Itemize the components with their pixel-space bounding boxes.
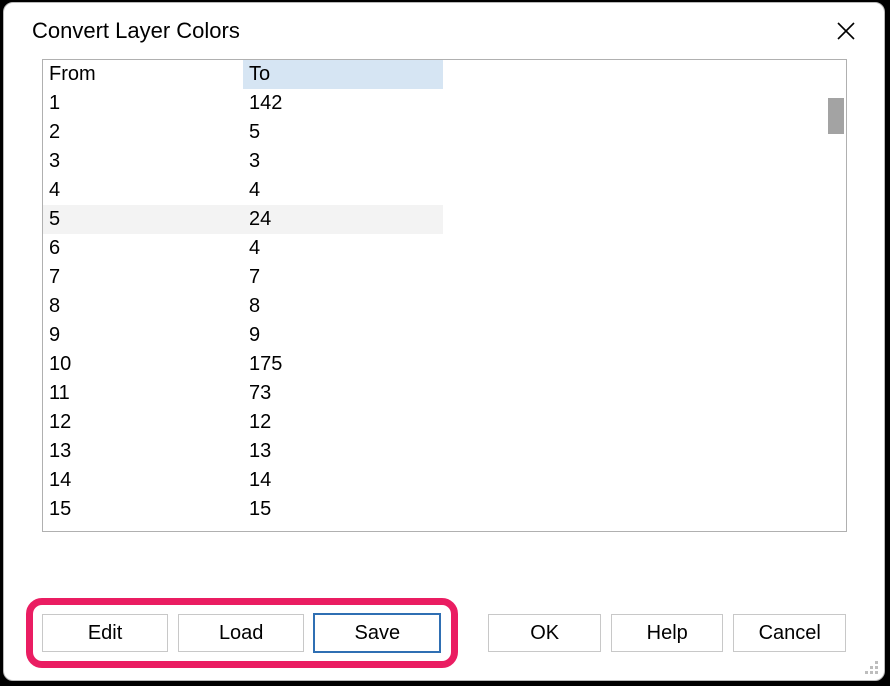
cell-from[interactable]: 6: [43, 234, 243, 263]
edit-button[interactable]: Edit: [42, 614, 168, 652]
cell-to[interactable]: 175: [243, 350, 443, 379]
scrollbar-thumb[interactable]: [828, 98, 844, 134]
cell-to[interactable]: 3: [243, 147, 443, 176]
table-row[interactable]: 64: [43, 234, 443, 263]
table-row[interactable]: 88: [43, 292, 443, 321]
col-header-to[interactable]: To: [243, 60, 443, 89]
table-row[interactable]: 99: [43, 321, 443, 350]
cell-from[interactable]: 13: [43, 437, 243, 466]
cell-to[interactable]: 24: [243, 205, 443, 234]
cell-to[interactable]: 12: [243, 408, 443, 437]
cell-from[interactable]: 5: [43, 205, 243, 234]
load-button[interactable]: Load: [178, 614, 304, 652]
close-icon: [836, 21, 856, 41]
table-row[interactable]: 25: [43, 118, 443, 147]
cell-from[interactable]: 14: [43, 466, 243, 495]
cancel-button[interactable]: Cancel: [733, 614, 846, 652]
table-row[interactable]: 1173: [43, 379, 443, 408]
cell-to[interactable]: 7: [243, 263, 443, 292]
titlebar: Convert Layer Colors: [4, 3, 884, 59]
cell-to[interactable]: 142: [243, 89, 443, 118]
cell-to[interactable]: 4: [243, 176, 443, 205]
table-row[interactable]: 10175: [43, 350, 443, 379]
col-header-from[interactable]: From: [43, 60, 243, 89]
cell-from[interactable]: 15: [43, 495, 243, 524]
table-row[interactable]: 44: [43, 176, 443, 205]
table-row[interactable]: 1313: [43, 437, 443, 466]
cell-to[interactable]: 15: [243, 495, 443, 524]
cell-to[interactable]: 14: [243, 466, 443, 495]
cell-from[interactable]: 11: [43, 379, 243, 408]
cell-to[interactable]: 13: [243, 437, 443, 466]
dialog-title: Convert Layer Colors: [32, 18, 240, 44]
table-row[interactable]: 1515: [43, 495, 443, 524]
cell-to[interactable]: 5: [243, 118, 443, 147]
table-row[interactable]: 1142: [43, 89, 443, 118]
cell-from[interactable]: 7: [43, 263, 243, 292]
cell-from[interactable]: 1: [43, 89, 243, 118]
cell-from[interactable]: 2: [43, 118, 243, 147]
table-row[interactable]: 524: [43, 205, 443, 234]
cell-to[interactable]: 73: [243, 379, 443, 408]
table-row[interactable]: 1212: [43, 408, 443, 437]
cell-to[interactable]: 9: [243, 321, 443, 350]
color-mapping-table[interactable]: FromTo1142253344524647788991017511731212…: [42, 59, 847, 532]
ok-button[interactable]: OK: [488, 614, 601, 652]
table-row[interactable]: 33: [43, 147, 443, 176]
resize-grip[interactable]: [864, 660, 878, 674]
cell-from[interactable]: 8: [43, 292, 243, 321]
button-row: Edit Load Save OK Help Cancel: [4, 594, 884, 680]
cell-from[interactable]: 9: [43, 321, 243, 350]
close-button[interactable]: [832, 17, 860, 45]
cell-to[interactable]: 4: [243, 234, 443, 263]
cell-to[interactable]: 8: [243, 292, 443, 321]
table-row[interactable]: 1414: [43, 466, 443, 495]
save-button[interactable]: Save: [314, 614, 440, 652]
dialog-convert-layer-colors: Convert Layer Colors FromTo1142253344524…: [3, 2, 885, 681]
cell-from[interactable]: 3: [43, 147, 243, 176]
help-button[interactable]: Help: [611, 614, 724, 652]
cell-from[interactable]: 10: [43, 350, 243, 379]
table-row[interactable]: 77: [43, 263, 443, 292]
dialog-content: FromTo1142253344524647788991017511731212…: [4, 59, 884, 594]
table-header[interactable]: FromTo: [43, 60, 443, 89]
cell-from[interactable]: 4: [43, 176, 243, 205]
cell-from[interactable]: 12: [43, 408, 243, 437]
